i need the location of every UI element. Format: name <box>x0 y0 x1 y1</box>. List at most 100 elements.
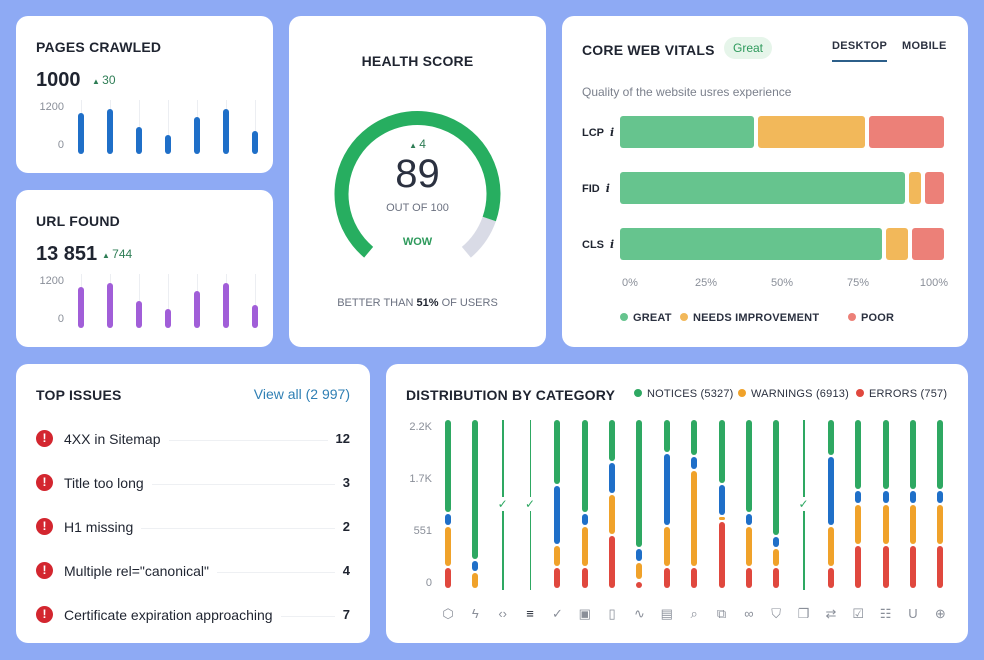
bar-segment-warnings <box>882 505 889 544</box>
issue-count: 2 <box>334 519 350 534</box>
markup-icon[interactable]: U <box>903 606 923 621</box>
bar-segment-notices <box>909 420 916 490</box>
content-icon[interactable]: ▤ <box>657 606 677 622</box>
info-icon[interactable]: i <box>606 182 610 195</box>
y-tick-label: 1.7K <box>409 473 432 485</box>
axis-max: 1200 <box>39 275 64 287</box>
bar-segment-errors <box>773 567 780 588</box>
footer-pre: BETTER THAN <box>337 297 414 309</box>
settings-icon[interactable]: ☷ <box>876 606 896 622</box>
external-links-icon[interactable]: ⧉ <box>712 606 732 622</box>
bar-segment-other <box>445 513 451 526</box>
legend-dot <box>848 313 856 321</box>
axis-min: 0 <box>57 139 64 151</box>
distribution-title: DISTRIBUTION BY CATEGORY <box>406 387 616 403</box>
bar-segment-warnings <box>827 527 834 566</box>
bar-segment-other <box>855 491 862 503</box>
bar-segment-notices <box>581 420 588 512</box>
mini-bar <box>107 283 113 328</box>
bar-segment-notices <box>827 420 834 456</box>
mini-bar <box>78 286 84 328</box>
ok-icon[interactable]: ✓ <box>547 606 567 622</box>
issue-row[interactable]: ! H1 missing 2 <box>36 517 350 537</box>
issue-name: H1 missing <box>64 519 142 535</box>
y-tick-label: 551 <box>413 525 432 537</box>
pages-crawled-title: PAGES CRAWLED <box>36 39 162 55</box>
mini-bar <box>107 109 113 154</box>
bar-segment-notices <box>718 420 725 483</box>
links-icon[interactable]: ∞ <box>739 606 759 621</box>
up-arrow-icon: ▲ <box>102 251 113 260</box>
bar-segment-warnings <box>554 545 561 566</box>
bar-segment-warnings <box>445 527 451 566</box>
axis-min: 0 <box>57 313 64 325</box>
bar-segment-errors <box>745 567 752 588</box>
view-all-link[interactable]: View all (2 997) <box>254 386 350 402</box>
cwv-segment-needs <box>908 172 922 204</box>
cwv-subtitle: Quality of the website usres experience <box>582 85 792 99</box>
mini-bar <box>136 301 142 328</box>
issue-row[interactable]: ! Certificate expiration approaching 7 <box>36 605 350 625</box>
issue-row[interactable]: ! Multiple rel="canonical" 4 <box>36 561 350 581</box>
code-icon[interactable]: ‹› <box>493 606 513 621</box>
cwv-segment-poor <box>925 172 944 204</box>
url-found-title: URL FOUND <box>36 213 120 229</box>
info-icon[interactable]: i <box>610 126 614 139</box>
bar-segment-warnings <box>909 505 916 544</box>
legend-label: NEEDS IMPROVEMENT <box>693 312 820 324</box>
security-icon[interactable]: ⛉ <box>766 606 786 622</box>
bar-segment-warnings <box>663 527 670 566</box>
bar-segment-notices <box>937 420 944 490</box>
delta-value: 4 <box>419 137 426 151</box>
bar-segment-warnings <box>937 505 944 544</box>
bar-segment-other <box>636 549 643 561</box>
redirects-icon[interactable]: ≡ <box>520 606 540 621</box>
cwv-segment-needs <box>885 228 908 260</box>
bar-segment-errors <box>445 567 451 588</box>
issue-row[interactable]: ! 4XX in Sitemap 12 <box>36 429 350 449</box>
axis-max: 1200 <box>39 101 64 113</box>
bar-segment-errors <box>554 567 561 588</box>
bar-segment-warnings <box>773 549 780 566</box>
speed-icon[interactable]: ϟ <box>465 606 485 621</box>
pages-crawled-value: 1000 <box>36 69 81 91</box>
bar-segment-errors <box>855 545 862 588</box>
legend-label: NOTICES (5327) <box>647 388 734 400</box>
info-icon[interactable]: i <box>610 238 614 251</box>
legend-dot <box>620 313 628 321</box>
redirect-chains-icon[interactable]: ⇄ <box>821 606 841 622</box>
cwv-axis-tick: 100% <box>919 277 949 289</box>
bar-segment-other <box>745 513 752 526</box>
tab-desktop[interactable]: DESKTOP <box>832 40 888 62</box>
duplicates-icon[interactable]: ❐ <box>794 606 814 622</box>
bar-segment-other <box>609 462 616 493</box>
tab-mobile[interactable]: MOBILE <box>902 40 947 52</box>
bar-segment-errors <box>909 545 916 588</box>
issue-count: 3 <box>334 475 350 490</box>
cwv-legend-item: POOR <box>848 312 894 324</box>
mobile-icon[interactable]: ▯ <box>602 606 622 622</box>
bar-segment-other <box>691 457 698 469</box>
mini-bar <box>136 127 142 154</box>
cwv-segment-poor <box>911 228 944 260</box>
search-icon[interactable]: ⌕ <box>684 606 704 622</box>
health-footer: BETTER THAN 51% OF USERS <box>289 297 546 309</box>
cwv-segment-great <box>620 172 905 204</box>
issue-row[interactable]: ! Title too long 3 <box>36 473 350 493</box>
indexing-icon[interactable]: ☑ <box>848 606 868 622</box>
bar-segment-other <box>581 513 588 526</box>
js-icon[interactable]: ⬡ <box>438 606 458 622</box>
pages-crawled-card: PAGES CRAWLED 1000 ▲ 30 1200 0 <box>16 16 273 173</box>
up-arrow-icon: ▲ <box>92 77 103 86</box>
pages-crawled-chart <box>72 100 258 154</box>
performance-icon[interactable]: ∿ <box>629 606 649 622</box>
images-icon[interactable]: ▣ <box>575 606 595 622</box>
health-score-title: HEALTH SCORE <box>361 53 474 69</box>
check-icon: ✓ <box>495 497 510 511</box>
cwv-metric-label: FID i <box>582 182 610 195</box>
error-icon: ! <box>36 430 53 447</box>
cwv-legend-item: NEEDS IMPROVEMENT <box>680 312 819 324</box>
bar-segment-other <box>882 491 889 503</box>
international-icon[interactable]: ⊕ <box>930 606 950 622</box>
legend-dot <box>738 389 746 397</box>
